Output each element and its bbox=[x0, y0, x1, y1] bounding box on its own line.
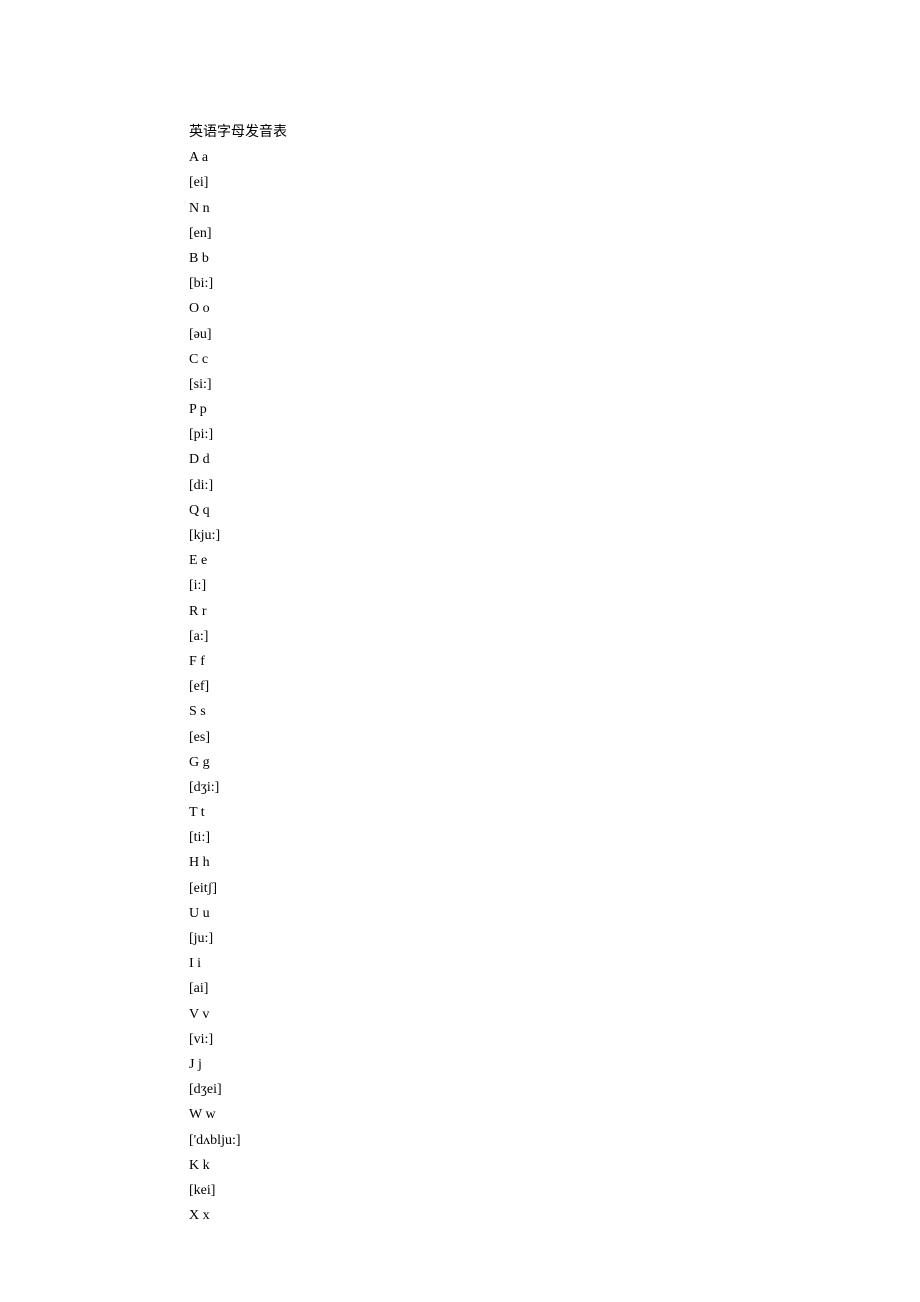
text-line: V v bbox=[189, 1002, 920, 1027]
text-line: W w bbox=[189, 1102, 920, 1127]
text-line: [dʒi:] bbox=[189, 775, 920, 800]
text-line: R r bbox=[189, 599, 920, 624]
text-line: [ti:] bbox=[189, 825, 920, 850]
text-line: [es] bbox=[189, 725, 920, 750]
text-line: J j bbox=[189, 1052, 920, 1077]
text-line: [dʒei] bbox=[189, 1077, 920, 1102]
text-line: X x bbox=[189, 1203, 920, 1228]
text-line: P p bbox=[189, 397, 920, 422]
text-line: ['dʌblju:] bbox=[189, 1128, 920, 1153]
text-line: D d bbox=[189, 447, 920, 472]
text-line: I i bbox=[189, 951, 920, 976]
text-line: [ai] bbox=[189, 976, 920, 1001]
text-line: [bi:] bbox=[189, 271, 920, 296]
text-line: A a bbox=[189, 145, 920, 170]
text-line: [ef] bbox=[189, 674, 920, 699]
text-line: [ei] bbox=[189, 170, 920, 195]
text-line: O o bbox=[189, 296, 920, 321]
text-line: [si:] bbox=[189, 372, 920, 397]
text-line: [vi:] bbox=[189, 1027, 920, 1052]
document-page: 英语字母发音表 A a[ei]N n[en]B b[bi:]O o[əu]C c… bbox=[0, 0, 920, 1228]
text-line: U u bbox=[189, 901, 920, 926]
page-title: 英语字母发音表 bbox=[189, 120, 920, 145]
content-lines: A a[ei]N n[en]B b[bi:]O o[əu]C c[si:]P p… bbox=[189, 145, 920, 1228]
text-line: [kju:] bbox=[189, 523, 920, 548]
text-line: C c bbox=[189, 347, 920, 372]
text-line: S s bbox=[189, 699, 920, 724]
text-line: [a:] bbox=[189, 624, 920, 649]
text-line: N n bbox=[189, 196, 920, 221]
text-line: T t bbox=[189, 800, 920, 825]
text-line: Q q bbox=[189, 498, 920, 523]
text-line: [eitʃ] bbox=[189, 876, 920, 901]
text-line: [əu] bbox=[189, 322, 920, 347]
text-line: H h bbox=[189, 850, 920, 875]
text-line: [kei] bbox=[189, 1178, 920, 1203]
text-line: G g bbox=[189, 750, 920, 775]
text-line: [ju:] bbox=[189, 926, 920, 951]
text-line: F f bbox=[189, 649, 920, 674]
text-line: B b bbox=[189, 246, 920, 271]
text-line: K k bbox=[189, 1153, 920, 1178]
text-line: E e bbox=[189, 548, 920, 573]
text-line: [pi:] bbox=[189, 422, 920, 447]
text-line: [i:] bbox=[189, 573, 920, 598]
text-line: [en] bbox=[189, 221, 920, 246]
text-line: [di:] bbox=[189, 473, 920, 498]
